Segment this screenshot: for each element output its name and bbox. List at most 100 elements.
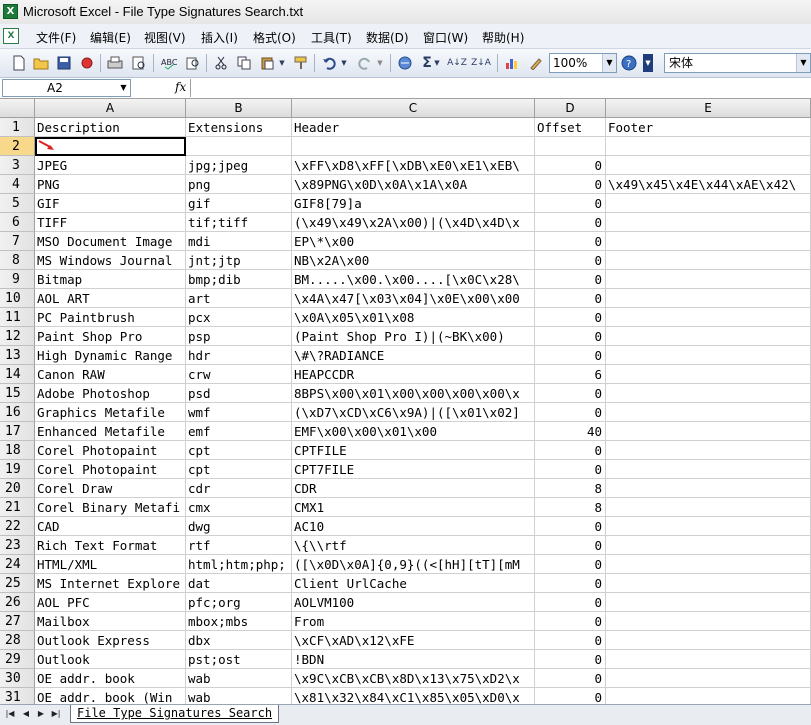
name-box-dropdown-icon[interactable]: ▼ — [117, 80, 130, 96]
cell-description[interactable]: MSO Document Image — [35, 232, 186, 251]
cell-header[interactable]: (Paint Shop Pro I)|(~BK\x00) — [292, 327, 535, 346]
row-header[interactable]: 10 — [0, 289, 35, 308]
cell-offset[interactable]: 8 — [535, 498, 606, 517]
cell-description[interactable]: Rich Text Format — [35, 536, 186, 555]
cell-description[interactable]: JPEG — [35, 156, 186, 175]
cell-description[interactable]: MS Windows Journal — [35, 251, 186, 270]
chart-wizard-icon[interactable] — [503, 54, 521, 72]
cell-footer[interactable] — [606, 289, 811, 308]
print-preview-icon[interactable] — [130, 54, 148, 72]
cell-offset[interactable]: 0 — [535, 213, 606, 232]
cell-extensions[interactable]: cpt — [186, 460, 292, 479]
cell-extensions[interactable]: wab — [186, 669, 292, 688]
cell-header[interactable]: HEAPCCDR — [292, 365, 535, 384]
cell-extensions[interactable]: bmp;dib — [186, 270, 292, 289]
sort-descending-icon[interactable]: Z↓A — [471, 54, 491, 72]
row-header[interactable]: 30 — [0, 669, 35, 688]
cell-extensions[interactable]: cpt — [186, 441, 292, 460]
cell-footer[interactable] — [606, 232, 811, 251]
cell-header[interactable]: \xFF\xD8\xFF[\xDB\xE0\xE1\xEB\ — [292, 156, 535, 175]
menu-tools[interactable]: 工具(T) — [309, 28, 354, 47]
cell-header[interactable]: EMF\x00\x00\x01\x00 — [292, 422, 535, 441]
cell-footer[interactable] — [606, 327, 811, 346]
font-select[interactable]: 宋体 ▼ — [664, 53, 811, 73]
copy-icon[interactable] — [235, 54, 253, 72]
column-header-c[interactable]: C — [292, 99, 535, 118]
cell-header[interactable]: !BDN — [292, 650, 535, 669]
cell-offset[interactable]: 0 — [535, 536, 606, 555]
undo-dropdown-icon[interactable]: ▼ — [340, 54, 348, 72]
cell-offset[interactable]: Offset — [535, 118, 606, 137]
cell-footer[interactable]: \x49\x45\x4E\x44\xAE\x42\ — [606, 175, 811, 194]
cell-offset[interactable]: 40 — [535, 422, 606, 441]
cell-extensions[interactable] — [186, 137, 292, 156]
menu-insert[interactable]: 插入(I) — [199, 28, 240, 47]
cell-header[interactable]: CDR — [292, 479, 535, 498]
cell-extensions[interactable]: html;htm;php; — [186, 555, 292, 574]
cell-description[interactable]: OE addr. book (Win — [35, 688, 186, 704]
menu-window[interactable]: 窗口(W) — [421, 28, 470, 47]
menu-file[interactable]: 文件(F) — [34, 28, 78, 47]
cell-offset[interactable]: 0 — [535, 308, 606, 327]
cell-description[interactable]: GIF — [35, 194, 186, 213]
cell-footer[interactable] — [606, 384, 811, 403]
row-header[interactable]: 1 — [0, 118, 35, 137]
row-header[interactable]: 27 — [0, 612, 35, 631]
row-header[interactable]: 15 — [0, 384, 35, 403]
cell-description[interactable]: Corel Binary Metafi — [35, 498, 186, 517]
column-header-b[interactable]: B — [186, 99, 292, 118]
help-icon[interactable]: ? — [620, 54, 638, 72]
cell-footer[interactable] — [606, 422, 811, 441]
cell-footer[interactable] — [606, 346, 811, 365]
cell-description[interactable]: Mailbox — [35, 612, 186, 631]
cut-icon[interactable] — [212, 54, 230, 72]
cell-offset[interactable]: 6 — [535, 365, 606, 384]
row-header[interactable]: 9 — [0, 270, 35, 289]
cell-header[interactable]: GIF8[79]a — [292, 194, 535, 213]
cell-offset[interactable]: 0 — [535, 612, 606, 631]
research-icon[interactable] — [184, 54, 202, 72]
cell-description[interactable]: Graphics Metafile — [35, 403, 186, 422]
cell-extensions[interactable]: png — [186, 175, 292, 194]
cell-header[interactable]: \{\\rtf — [292, 536, 535, 555]
cell-extensions[interactable]: jnt;jtp — [186, 251, 292, 270]
cell-offset[interactable]: 0 — [535, 194, 606, 213]
cell-footer[interactable] — [606, 194, 811, 213]
cell-header[interactable]: (\x49\x49\x2A\x00)|(\x4D\x4D\x — [292, 213, 535, 232]
cell-footer[interactable] — [606, 308, 811, 327]
first-sheet-icon[interactable]: |◀ — [4, 708, 16, 720]
permission-icon[interactable] — [78, 54, 96, 72]
cell-extensions[interactable]: pfc;org — [186, 593, 292, 612]
cell-extensions[interactable]: cdr — [186, 479, 292, 498]
row-header[interactable]: 3 — [0, 156, 35, 175]
autosum-dropdown-icon[interactable]: ▼ — [433, 54, 441, 72]
row-header[interactable]: 17 — [0, 422, 35, 441]
drawing-icon[interactable] — [527, 54, 545, 72]
row-header[interactable]: 31 — [0, 688, 35, 704]
cell-header[interactable]: 8BPS\x00\x01\x00\x00\x00\x00\x — [292, 384, 535, 403]
row-header[interactable]: 26 — [0, 593, 35, 612]
menu-edit[interactable]: 编辑(E) — [88, 28, 133, 47]
row-header[interactable]: 7 — [0, 232, 35, 251]
cell-offset[interactable]: 0 — [535, 593, 606, 612]
cell-extensions[interactable]: emf — [186, 422, 292, 441]
cell-footer[interactable] — [606, 650, 811, 669]
cell-extensions[interactable]: pcx — [186, 308, 292, 327]
cell-footer[interactable] — [606, 479, 811, 498]
menu-format[interactable]: 格式(O) — [251, 28, 298, 47]
cell-extensions[interactable]: psp — [186, 327, 292, 346]
row-header[interactable]: 19 — [0, 460, 35, 479]
cell-description[interactable]: OE addr. book — [35, 669, 186, 688]
column-header-e[interactable]: E — [606, 99, 811, 118]
redo-icon[interactable] — [356, 54, 374, 72]
cell-extensions[interactable]: hdr — [186, 346, 292, 365]
row-header[interactable]: 6 — [0, 213, 35, 232]
column-header-a[interactable]: A — [35, 99, 186, 118]
cell-description[interactable]: CAD — [35, 517, 186, 536]
cell-description[interactable]: Outlook — [35, 650, 186, 669]
cell-description[interactable]: Canon RAW — [35, 365, 186, 384]
paste-icon[interactable] — [258, 54, 276, 72]
cell-header[interactable]: NB\x2A\x00 — [292, 251, 535, 270]
cell-extensions[interactable]: tif;tiff — [186, 213, 292, 232]
cell-footer[interactable] — [606, 270, 811, 289]
